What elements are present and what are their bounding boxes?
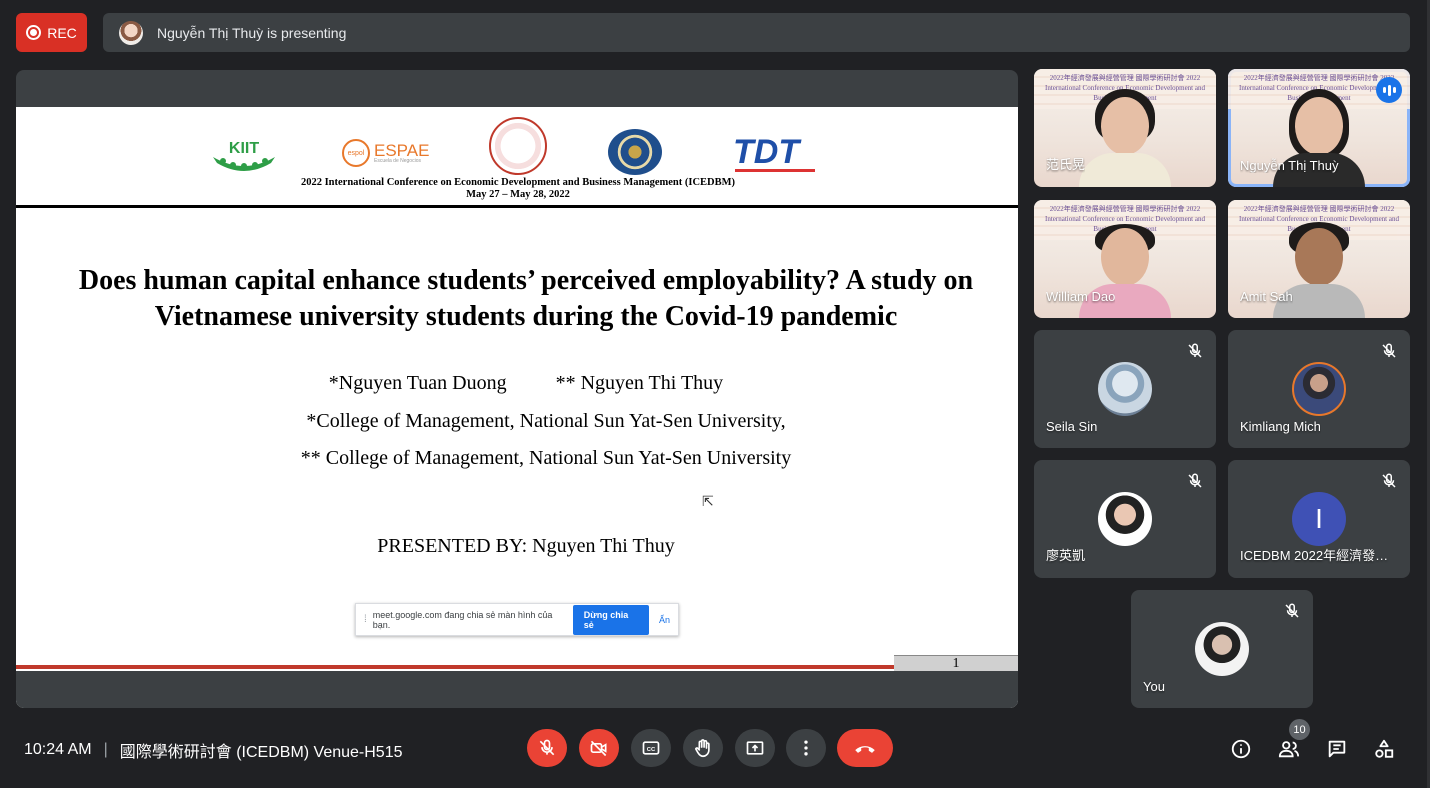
shared-slide: KIIT espol ESPAE Escuela de Negocios TDT … (16, 107, 1018, 708)
recording-button[interactable]: REC (16, 13, 87, 52)
more-options-icon (804, 740, 808, 756)
tdt-logo: TDT (733, 133, 815, 172)
presenting-banner: Nguyễn Thị Thuỳ is presenting (103, 13, 1410, 52)
author-2: ** Nguyen Thi Thuy (555, 372, 724, 394)
recording-label: REC (47, 24, 77, 41)
slide-page-number: 1 (894, 655, 1018, 671)
participant-name: William Dao (1046, 289, 1116, 304)
mic-off-icon (1188, 473, 1202, 488)
svg-text:CC: CC (647, 747, 656, 753)
participant-tile[interactable]: 2022年經濟發展與經營管理 國際學術研討會 2022 Internationa… (1034, 69, 1216, 187)
svg-text:KIIT: KIIT (229, 140, 259, 157)
affiliation-1: *College of Management, National Sun Yat… (306, 410, 786, 432)
slide-divider (16, 205, 1018, 208)
participant-tile[interactable]: Kimliang Mich (1228, 330, 1410, 448)
raise-hand-icon (695, 739, 710, 758)
participant-name: Nguyễn Thị Thuỳ (1240, 158, 1339, 173)
participant-tile[interactable]: 廖英凱 (1034, 460, 1216, 578)
participant-name: You (1143, 679, 1165, 694)
people-icon (1278, 741, 1300, 758)
captions-button[interactable]: CC (631, 729, 671, 767)
participant-tile[interactable]: 2022年經濟發展與經營管理 國際學術研討會 2022 Internationa… (1228, 69, 1410, 187)
chat-icon (1328, 740, 1346, 758)
participant-name: Seila Sin (1046, 419, 1098, 434)
self-tile[interactable]: You (1131, 590, 1313, 708)
clock: 10:24 AM (24, 741, 92, 758)
mouse-cursor-icon: ⇱ (702, 494, 714, 510)
mic-off-icon (1382, 473, 1396, 488)
slide-footer-bar (16, 665, 896, 669)
meeting-name: 國際學術研討會 (ICEDBM) Venue-H515 (119, 744, 403, 761)
meeting-details-button[interactable] (1228, 736, 1254, 762)
slide-authors: *Nguyen Tuan Duong ** Nguyen Thi Thuy (16, 372, 1018, 395)
mic-off-icon (1285, 603, 1299, 618)
participant-name: Kimliang Mich (1240, 419, 1321, 434)
separator: | (103, 741, 108, 758)
leave-call-button[interactable] (837, 729, 893, 767)
presentation-stage: KIIT espol ESPAE Escuela de Negocios TDT … (16, 70, 1018, 708)
kiit-logo: KIIT (213, 140, 275, 171)
camera-toggle-button[interactable] (579, 729, 619, 767)
university-seal (608, 129, 662, 175)
hangup-icon (855, 746, 875, 753)
chat-button[interactable] (1324, 736, 1350, 762)
avatar: I (1292, 492, 1346, 546)
presented-by: PRESENTED BY: Nguyen Thi Thuy (377, 535, 675, 557)
hide-notice-link[interactable]: Ẩn (659, 615, 670, 625)
svg-text:TDT: TDT (733, 133, 802, 171)
presenter-avatar (119, 20, 143, 45)
meeting-details: 10:24 AM | 國際學術研討會 (ICEDBM) Venue-H515 (24, 738, 403, 762)
captions-icon: CC (642, 741, 660, 755)
espae-logo: espol ESPAE Escuela de Negocios (342, 137, 432, 169)
info-icon (1231, 739, 1251, 759)
conference-title: 2022 International Conference on Economi… (300, 177, 736, 200)
sponsor-logos: KIIT espol ESPAE Escuela de Negocios TDT (16, 113, 1018, 175)
nanhua-university-seal (489, 117, 547, 175)
mic-toggle-button[interactable] (527, 729, 567, 767)
participant-video (1079, 83, 1171, 187)
speaking-indicator-icon (1376, 77, 1402, 103)
share-notice-text: meet.google.com đang chia sẻ màn hình củ… (372, 609, 553, 630)
stage-bottom-padding (16, 671, 1018, 708)
participant-tile[interactable]: 2022年經濟發展與經營管理 國際學術研討會 2022 Internationa… (1034, 200, 1216, 318)
screen-share-notice: ⁞ meet.google.com đang chia sẻ màn hình … (355, 603, 679, 636)
activities-button[interactable] (1371, 736, 1397, 762)
drag-handle-icon[interactable]: ⁞ (364, 614, 367, 625)
camera-off-icon (590, 740, 607, 757)
participant-tile[interactable]: I ICEDBM 2022年經濟發展與經營管理國際學術研討會 (1228, 460, 1410, 578)
more-options-button[interactable] (786, 729, 826, 767)
mic-off-icon (1188, 343, 1202, 358)
participant-tile[interactable]: Seila Sin (1034, 330, 1216, 448)
author-1: *Nguyen Tuan Duong (328, 372, 507, 394)
present-screen-button[interactable] (735, 729, 775, 767)
slide-title: Does human capital enhance students’ per… (78, 265, 974, 332)
participant-name: ICEDBM 2022年經濟發展與經營管理國際學術研討會 (1240, 548, 1400, 563)
present-screen-icon (746, 741, 764, 755)
mic-off-icon (1382, 343, 1396, 358)
mic-off-icon (539, 739, 555, 756)
avatar (1195, 622, 1249, 676)
activities-icon (1375, 739, 1394, 758)
participant-name: 范氏晃 (1046, 157, 1086, 172)
raise-hand-button[interactable] (683, 729, 723, 767)
stop-sharing-button[interactable]: Dừng chia sẻ (572, 604, 649, 635)
avatar (1292, 362, 1346, 416)
record-icon (26, 25, 42, 40)
affiliation-2: ** College of Management, National Sun Y… (300, 447, 792, 469)
avatar (1098, 492, 1152, 546)
participant-name: 廖英凱 (1046, 548, 1086, 563)
avatar (1098, 362, 1152, 416)
participant-count-badge: 10 (1289, 719, 1310, 740)
presenting-text: Nguyễn Thị Thuỳ is presenting (157, 24, 347, 41)
participant-name: Amit Sah (1240, 289, 1293, 304)
participant-tile[interactable]: 2022年經濟發展與經營管理 國際學術研討會 2022 Internationa… (1228, 200, 1410, 318)
